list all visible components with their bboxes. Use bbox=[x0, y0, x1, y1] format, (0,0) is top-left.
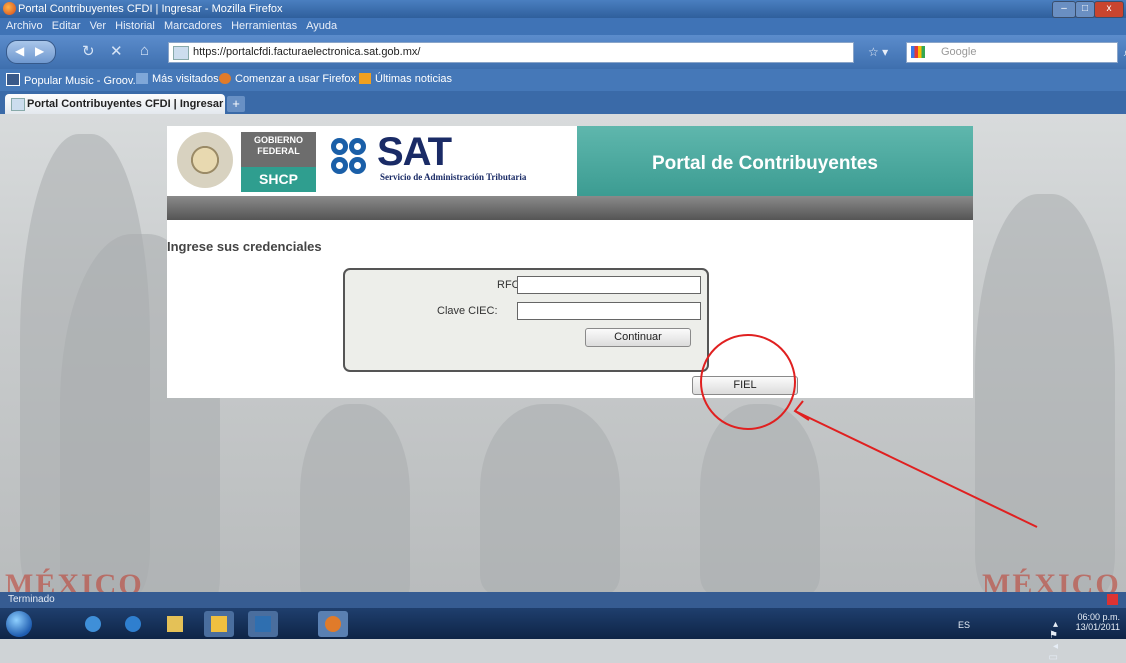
tab-favicon bbox=[11, 98, 25, 111]
tab-bar: Portal Contribuyentes CFDI | Ingresar + bbox=[0, 91, 1126, 114]
menu-ver[interactable]: Ver bbox=[90, 20, 107, 32]
minimize-button[interactable]: – bbox=[1052, 1, 1076, 18]
taskbar-app-folder[interactable] bbox=[160, 611, 190, 637]
addon-icon[interactable] bbox=[1107, 594, 1118, 605]
navigation-toolbar: ◀ ▶ ↻ ✕ ⌂ https://portalcfdi.facturaelec… bbox=[0, 35, 1126, 69]
home-icon[interactable]: ⌂ bbox=[140, 42, 149, 59]
back-arrow-icon[interactable]: ◀ bbox=[15, 44, 24, 58]
rss-icon bbox=[359, 73, 371, 84]
menu-archivo[interactable]: Archivo bbox=[6, 20, 43, 32]
taskbar-app-explorer[interactable] bbox=[78, 611, 108, 637]
menu-bar: Archivo Editar Ver Historial Marcadores … bbox=[0, 18, 1126, 35]
search-placeholder: Google bbox=[941, 46, 977, 58]
reload-icon[interactable]: ↻ bbox=[82, 42, 95, 60]
annotation-overlay bbox=[700, 334, 1038, 528]
window-icon bbox=[255, 616, 271, 632]
ie-icon bbox=[125, 616, 141, 632]
taskbar-app-outlook[interactable] bbox=[204, 611, 234, 637]
menu-marcadores[interactable]: Marcadores bbox=[164, 20, 222, 32]
menu-historial[interactable]: Historial bbox=[115, 20, 155, 32]
google-icon[interactable] bbox=[911, 46, 925, 58]
firefox-icon bbox=[219, 73, 231, 84]
explorer-icon bbox=[85, 616, 101, 632]
site-identity-icon[interactable] bbox=[173, 46, 189, 60]
tray-icons[interactable]: ▴ ⚑ ◂ ▭ bbox=[1049, 619, 1058, 663]
search-box[interactable]: Google ⌕ bbox=[906, 42, 1126, 63]
firefox-icon bbox=[3, 2, 16, 15]
maximize-button[interactable]: □ bbox=[1075, 1, 1095, 18]
forward-arrow-icon[interactable]: ▶ bbox=[35, 44, 44, 58]
firefox-icon bbox=[325, 616, 341, 632]
menu-herramientas[interactable]: Herramientas bbox=[231, 20, 297, 32]
window-titlebar: Portal Contribuyentes CFDI | Ingresar - … bbox=[0, 0, 1126, 18]
url-bar[interactable]: https://portalcfdi.facturaelectronica.sa… bbox=[168, 42, 854, 63]
back-forward-buttons[interactable]: ◀ ▶ bbox=[6, 40, 56, 64]
taskbar-app-window[interactable] bbox=[248, 611, 278, 637]
taskbar-app-firefox[interactable] bbox=[318, 611, 348, 637]
bookmark-popular-music[interactable]: Popular Music - Groov... bbox=[6, 73, 142, 87]
status-bar: Terminado bbox=[0, 592, 1126, 608]
url-text: https://portalcfdi.facturaelectronica.sa… bbox=[193, 46, 421, 58]
system-tray: ES ▴ ⚑ ◂ ▭ 06:00 p.m. 13/01/2011 bbox=[958, 612, 1120, 663]
mail-icon bbox=[211, 616, 227, 632]
bookmark-ultimas-noticias[interactable]: Últimas noticias bbox=[359, 73, 452, 85]
new-tab-button[interactable]: + bbox=[227, 96, 245, 112]
language-indicator[interactable]: ES bbox=[958, 620, 970, 630]
page-content: MÉXICO MÉXICO Gobierno Federal SHCP SAT … bbox=[0, 114, 1126, 592]
tab-portal-contribuyentes[interactable]: Portal Contribuyentes CFDI | Ingresar bbox=[5, 94, 225, 114]
bookmark-comenzar-firefox[interactable]: Comenzar a usar Firefox bbox=[219, 73, 356, 85]
taskbar-app-ie[interactable] bbox=[118, 611, 148, 637]
start-button[interactable] bbox=[6, 611, 32, 637]
tab-title: Portal Contribuyentes CFDI | Ingresar bbox=[27, 98, 224, 110]
bookmark-icon bbox=[136, 73, 148, 84]
stop-icon[interactable]: ✕ bbox=[110, 42, 123, 60]
folder-icon bbox=[167, 616, 183, 632]
annotation-arrow-line bbox=[794, 410, 1038, 528]
bookmark-mas-visitados[interactable]: Más visitados bbox=[136, 73, 219, 85]
windows-taskbar: ES ▴ ⚑ ◂ ▭ 06:00 p.m. 13/01/2011 bbox=[0, 608, 1126, 663]
annotation-circle bbox=[700, 334, 796, 430]
status-text: Terminado bbox=[8, 594, 55, 605]
bookmarks-toolbar: Popular Music - Groov... Más visitados C… bbox=[0, 69, 1126, 91]
close-button[interactable]: x bbox=[1094, 1, 1124, 18]
menu-ayuda[interactable]: Ayuda bbox=[306, 20, 337, 32]
window-title: Portal Contribuyentes CFDI | Ingresar - … bbox=[18, 3, 283, 15]
bookmark-star-icon[interactable]: ☆ ▾ bbox=[868, 45, 888, 59]
clock-date[interactable]: 13/01/2011 bbox=[1076, 622, 1120, 632]
music-icon bbox=[6, 73, 20, 86]
clock-time[interactable]: 06:00 p.m. bbox=[1076, 612, 1120, 622]
menu-editar[interactable]: Editar bbox=[52, 20, 81, 32]
